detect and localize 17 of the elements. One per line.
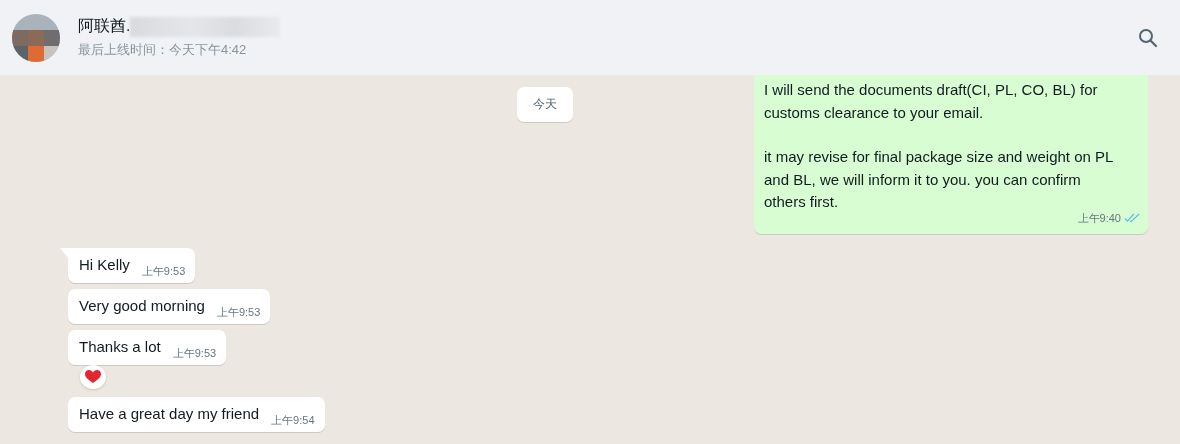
message-text: Thanks a lot — [79, 336, 161, 357]
message-text: it may revise for final package size and weight on PL and BL, we will inform it to you. you can confirm others first. — [764, 147, 1114, 212]
message-time: 上午9:53 — [216, 304, 261, 320]
search-icon[interactable] — [1138, 27, 1158, 48]
date-chip: 今天 — [517, 87, 573, 122]
message-text: Hi Kelly — [79, 254, 130, 275]
last-seen-status: 最后上线时间：今天下午4:42 — [78, 41, 248, 59]
message-time: 上午9:40 — [1077, 211, 1121, 226]
message-text: I will send the documents draft(CI, PL, CO, BL) for customs clearance to your email. — [764, 80, 1099, 123]
avatar[interactable] — [12, 13, 60, 62]
message-time: 上午9:54 — [271, 412, 315, 428]
message-time: 上午9:53 — [141, 263, 186, 279]
heart-reaction-icon[interactable] — [80, 364, 106, 389]
contact-name: 阿联酋. — [78, 16, 131, 36]
message-text: Have a great day my friend — [79, 403, 260, 424]
message-text: Very good morning — [79, 295, 205, 316]
message-time: 上午9:53 — [172, 345, 217, 361]
